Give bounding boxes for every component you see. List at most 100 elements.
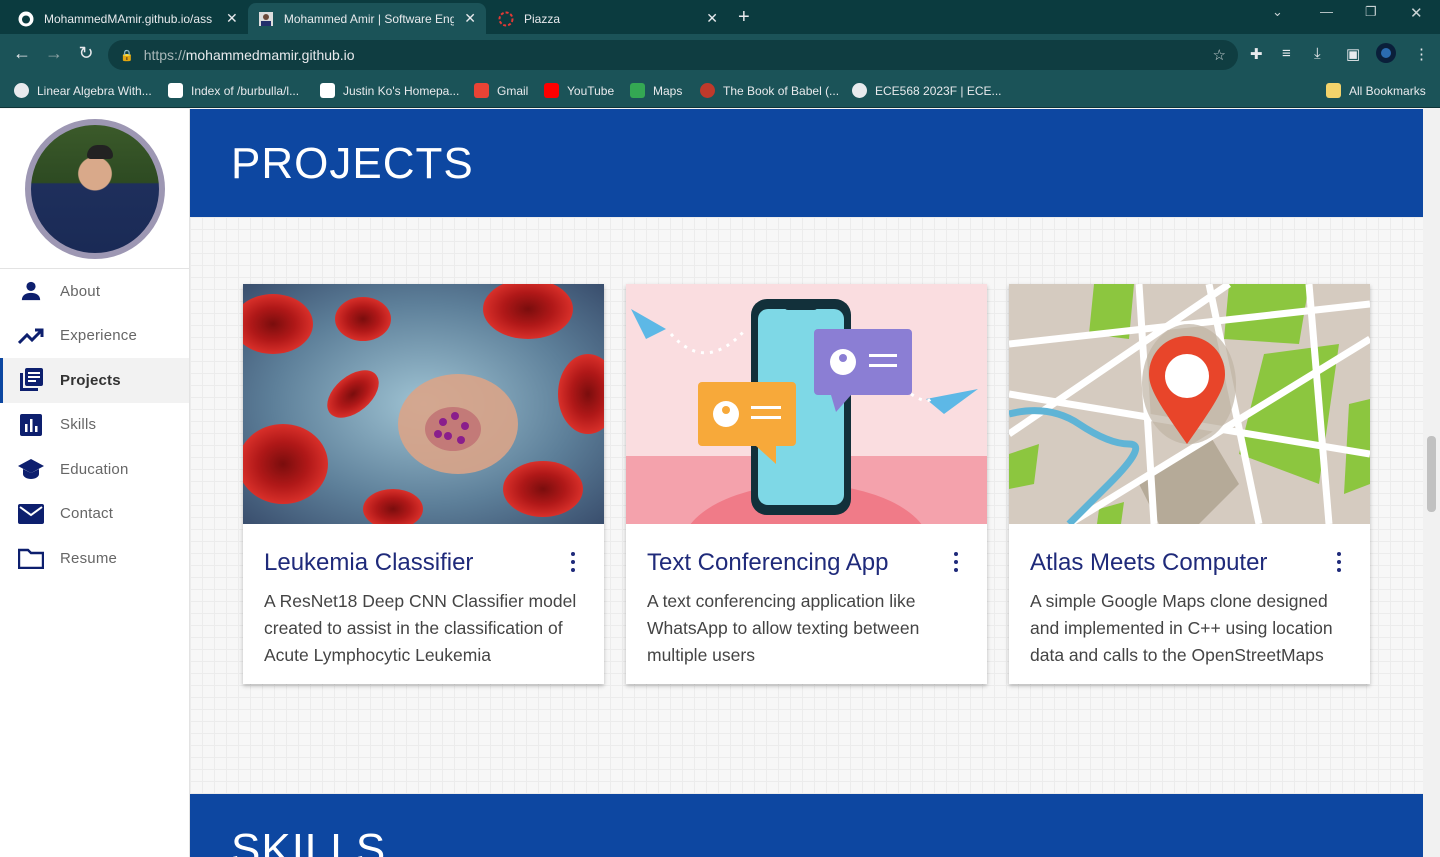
project-card-text-conferencing[interactable]: Text Conferencing App A text conferencin…: [626, 284, 987, 684]
tab-title: MohammedMAmir.github.io/ass: [44, 11, 213, 26]
section-title: PROJECTS: [231, 139, 474, 188]
forward-icon[interactable]: →: [42, 43, 66, 64]
close-window-icon[interactable]: ✕: [1410, 4, 1423, 22]
media-icon[interactable]: ≡: [1282, 45, 1291, 62]
sidebar: About Experience Projects Skills Educati…: [0, 109, 190, 857]
bookmark-item[interactable]: Maps: [630, 83, 682, 98]
lock-icon[interactable]: 🔒: [120, 49, 134, 62]
trending-up-icon: [18, 324, 44, 348]
download-icon[interactable]: ⤓: [1314, 45, 1321, 62]
maps-icon: [630, 83, 645, 98]
card-description: A text conferencing application like Wha…: [647, 591, 920, 665]
main-content: PROJECTS Leukemia Classifier A ResNet18 …: [190, 109, 1423, 857]
card-description: A ResNet18 Deep CNN Classifier model cre…: [264, 591, 577, 665]
tab-title: Mohammed Amir | Software Eng: [283, 11, 455, 26]
sidebar-item-resume[interactable]: Resume: [0, 536, 189, 581]
more-vert-icon[interactable]: [1334, 552, 1344, 572]
browser-tab-portfolio[interactable]: Mohammed Amir | Software Eng ✕: [248, 3, 486, 34]
card-title[interactable]: Atlas Meets Computer: [1030, 549, 1267, 577]
bookmark-label: Index of /burbulla/l...: [191, 83, 300, 98]
minimize-icon[interactable]: —: [1320, 4, 1333, 19]
sidebar-item-education[interactable]: Education: [0, 447, 189, 492]
github-icon: [18, 11, 34, 27]
globe-icon: [852, 83, 867, 98]
section-title: SKILLS: [231, 825, 387, 857]
card-title[interactable]: Text Conferencing App: [647, 549, 889, 577]
sidebar-item-label: Experience: [60, 327, 138, 345]
bookmarks-bar: Linear Algebra With... Index of /burbull…: [0, 76, 1440, 108]
page-viewport: About Experience Projects Skills Educati…: [0, 109, 1440, 857]
all-bookmarks-button[interactable]: All Bookmarks: [1326, 83, 1426, 98]
more-vert-icon[interactable]: [951, 552, 961, 572]
close-tab-icon[interactable]: ✕: [226, 10, 238, 27]
page-scrollbar[interactable]: [1423, 109, 1440, 857]
url-host: mohammedmamir.github.io: [185, 47, 355, 63]
profile-avatar[interactable]: [1376, 43, 1396, 67]
more-menu-icon[interactable]: ⋮: [1414, 45, 1429, 63]
back-icon[interactable]: ←: [10, 43, 34, 64]
bookmark-item[interactable]: The Book of Babel (...: [700, 83, 839, 98]
extensions-icon[interactable]: ✚: [1250, 45, 1263, 63]
close-tab-icon[interactable]: ✕: [706, 10, 718, 27]
reload-icon[interactable]: ↻: [74, 43, 98, 64]
bookmark-label: YouTube: [567, 83, 615, 98]
youtube-icon: [544, 83, 559, 98]
projects-header: PROJECTS: [190, 109, 1423, 217]
mail-icon: [18, 502, 44, 526]
folder-icon: [1326, 83, 1341, 98]
project-image-blood-cells: [243, 284, 604, 524]
browser-tab-github[interactable]: MohammedMAmir.github.io/ass ✕: [8, 3, 248, 34]
skills-header: SKILLS: [190, 794, 1423, 857]
new-tab-icon[interactable]: +: [738, 6, 750, 29]
bookmark-item[interactable]: ECE568 2023F | ECE...: [852, 83, 1002, 98]
bookmark-label: Justin Ko's Homepa...: [343, 83, 460, 98]
bookmark-label: Maps: [653, 83, 683, 98]
sidebar-item-label: Skills: [60, 416, 97, 434]
bookmark-item[interactable]: Linear Algebra With...: [14, 83, 152, 98]
bookmark-label: The Book of Babel (...: [723, 83, 840, 98]
tab-search-icon[interactable]: ⌄: [1272, 4, 1283, 20]
crest-icon: [168, 83, 183, 98]
restore-icon[interactable]: ❐: [1365, 4, 1377, 20]
person-icon: [18, 279, 44, 303]
sidebar-item-label: Contact: [60, 505, 114, 523]
bookmark-label: Linear Algebra With...: [37, 83, 152, 98]
portrait-icon: [258, 11, 274, 27]
sidebar-item-label: About: [60, 282, 101, 300]
more-vert-icon[interactable]: [568, 552, 578, 572]
avatar: [24, 118, 165, 259]
bookmark-label: Gmail: [497, 83, 529, 98]
url-protocol: https://: [143, 47, 186, 63]
bookmark-item[interactable]: Gmail: [474, 83, 528, 98]
bookmark-item[interactable]: Index of /burbulla/l...: [168, 83, 299, 98]
crest-icon: [320, 83, 335, 98]
browser-tab-piazza[interactable]: Piazza ✕: [488, 3, 728, 34]
sidebar-item-contact[interactable]: Contact: [0, 492, 189, 537]
project-card-atlas[interactable]: Atlas Meets Computer A simple Google Map…: [1009, 284, 1370, 684]
bookmark-star-icon[interactable]: ☆: [1213, 46, 1226, 64]
address-bar[interactable]: 🔒 https:// mohammedmamir.github.io ☆: [108, 40, 1238, 70]
graduation-cap-icon: [18, 457, 44, 481]
tab-title: Piazza: [524, 11, 561, 26]
bookmark-item[interactable]: YouTube: [544, 83, 614, 98]
sidebar-item-projects[interactable]: Projects: [0, 358, 189, 403]
browser-toolbar: ← → ↻ 🔒 https:// mohammedmamir.github.io…: [0, 34, 1440, 76]
project-card-leukemia[interactable]: Leukemia Classifier A ResNet18 Deep CNN …: [243, 284, 604, 684]
book-icon: [700, 83, 715, 98]
project-image-map-pin: [1009, 284, 1370, 524]
close-tab-icon[interactable]: ✕: [464, 10, 476, 27]
sidebar-item-label: Education: [60, 460, 129, 478]
sidebar-item-about[interactable]: About: [0, 269, 189, 314]
project-image-chat-phone: [626, 284, 987, 524]
card-title[interactable]: Leukemia Classifier: [264, 549, 473, 577]
sidebar-item-experience[interactable]: Experience: [0, 314, 189, 359]
bookmark-label: All Bookmarks: [1349, 83, 1426, 98]
scrollbar-thumb[interactable]: [1427, 436, 1436, 512]
sidebar-item-label: Resume: [60, 549, 118, 567]
bookmark-item[interactable]: Justin Ko's Homepa...: [320, 83, 459, 98]
bar-chart-icon: [18, 413, 44, 437]
sidebar-item-skills[interactable]: Skills: [0, 403, 189, 448]
browser-tab-strip: MohammedMAmir.github.io/ass ✕ Mohammed A…: [0, 0, 1440, 34]
profile-photo-area: [0, 109, 189, 269]
side-panel-icon[interactable]: ▣: [1346, 45, 1360, 63]
